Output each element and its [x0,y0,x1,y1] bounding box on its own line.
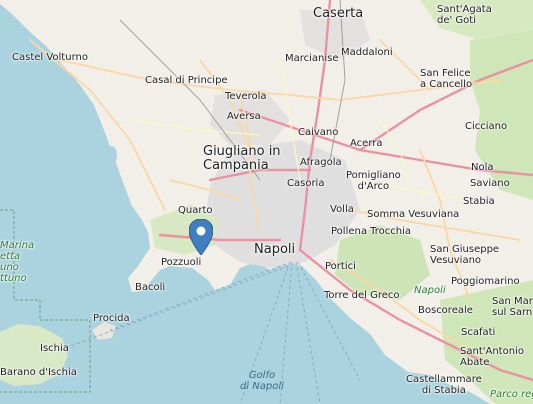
place-label-procida: Procida [93,313,130,324]
place-label-napoli: Napoli [254,242,296,257]
place-label-somma: Somma Vesuviana [367,209,460,220]
place-label-volla: Volla [330,204,354,215]
place-label-castellammare: Castellammare di Stabia [406,374,482,396]
ferry-routes [59,261,361,404]
place-label-acerra: Acerra [350,138,383,149]
place-label-casoria: Casoria [287,178,325,189]
place-label-pollena: Pollena Trocchia [331,226,412,237]
place-label-cicciano: Cicciano [465,121,508,132]
place-label-maddaloni: Maddaloni [341,47,393,58]
place-label-san-giuseppe: San Giuseppe Vesuviano [430,244,500,266]
place-label-parco: Parco regi [490,389,533,400]
place-label-scafati: Scafati [461,327,496,338]
place-label-santagata: Sant'Agata de' Goti [437,4,492,26]
map-view[interactable]: Caserta Sant'Agata de' Goti Castel Volturno… [0,0,533,404]
place-label-pozzuoli: Pozzuoli [161,257,202,268]
place-label-teverola: Teverola [225,91,267,102]
place-label-castel-volturno: Castel Volturno [12,52,88,63]
location-marker-icon[interactable] [188,218,214,256]
place-label-saviano: Saviano [470,178,510,189]
place-label-san-felice: San Felice a Cancello [420,68,473,90]
place-label-barano: Barano d'Ischia [0,367,77,378]
place-label-santantonio: Sant'Antonio Abate [460,346,524,368]
place-label-caserta: Caserta [313,6,364,21]
place-label-napoli-park: Napoli [414,285,446,296]
place-label-pomigliano: Pomigliano d'Arco [346,170,401,192]
place-label-portici: Portici [325,261,356,272]
place-label-ischia: Ischia [40,343,69,354]
place-label-nola: Nola [471,162,494,173]
place-label-marcianise: Marcianise [285,53,339,64]
place-label-torre-del-greco: Torre del Greco [324,290,400,301]
place-label-giugliano: Giugliano in Campania [203,144,281,173]
place-label-poggiomarino: Poggiomarino [451,276,520,287]
place-label-san-marzano: San Marzsul Sarn [492,296,533,318]
place-label-casal-di-principe: Casal di Principe [145,75,228,86]
place-label-quarto: Quarto [178,205,213,216]
place-label-caivano: Caivano [298,127,339,138]
lake [107,146,117,164]
place-label-bacoli: Bacoli [135,282,166,293]
place-label-afragola: Afragola [300,157,342,168]
place-label-golfo: Golfo di Napoli [240,370,284,392]
place-label-boscoreale: Boscoreale [418,305,473,316]
place-label-marina: Marina etta uno ttuno [0,240,35,284]
place-label-aversa: Aversa [227,111,261,122]
place-label-stabia: Stabia [463,196,495,207]
